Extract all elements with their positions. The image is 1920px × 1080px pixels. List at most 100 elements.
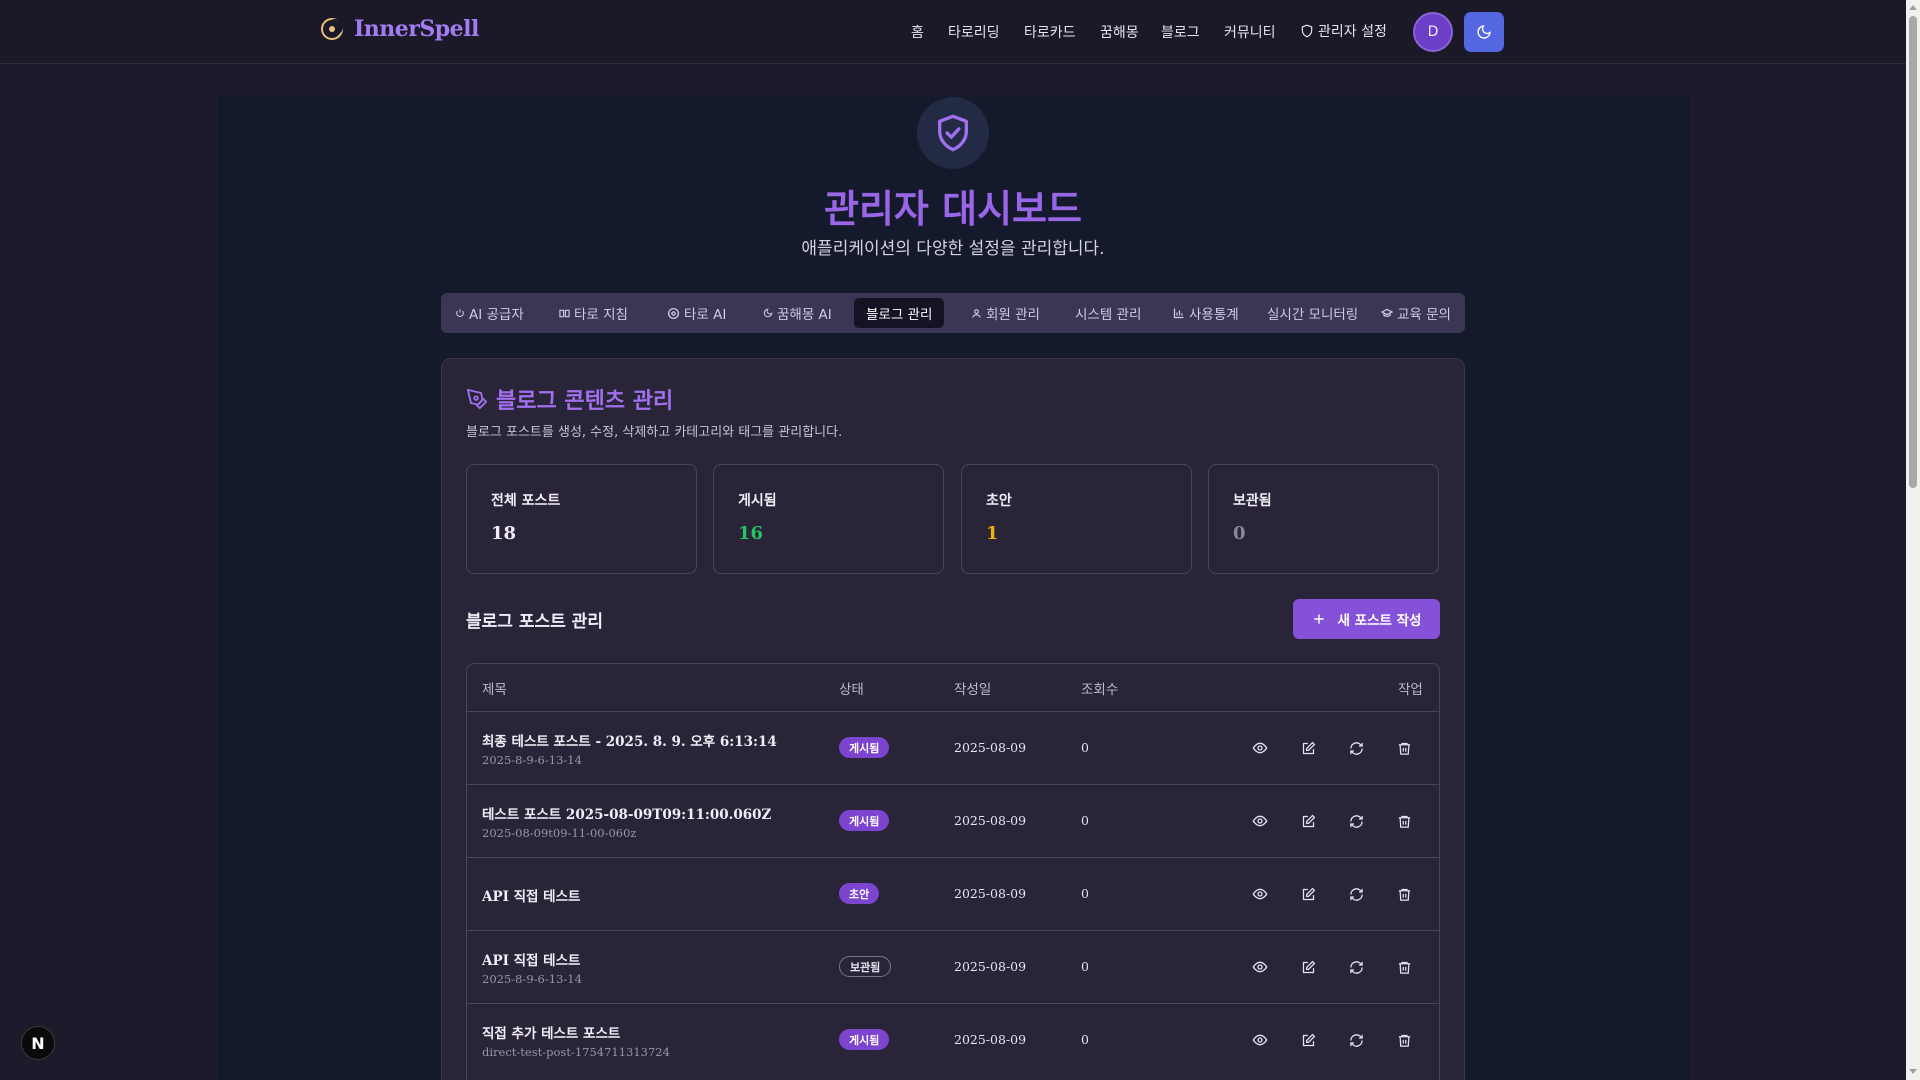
eye-icon — [1252, 742, 1268, 754]
col-header-date: 작성일 — [954, 682, 992, 698]
tab-education-inquiry[interactable]: 교육 문의 — [1377, 298, 1455, 328]
delete-button[interactable] — [1393, 1029, 1415, 1051]
post-views: 0 — [1081, 1032, 1089, 1047]
theme-toggle-button[interactable] — [1464, 12, 1504, 52]
post-views: 0 — [1081, 813, 1089, 828]
view-button[interactable] — [1249, 883, 1271, 905]
refresh-icon — [1349, 960, 1363, 974]
tab-usage-statistics[interactable]: 사용통계 — [1169, 298, 1243, 328]
scroll-up-arrow-icon[interactable] — [1909, 3, 1917, 13]
view-button[interactable] — [1249, 810, 1271, 832]
trash-icon — [1398, 815, 1410, 828]
delete-button[interactable] — [1393, 810, 1415, 832]
nav-tarot-reading[interactable]: 타로리딩 — [948, 22, 1000, 42]
refresh-button[interactable] — [1345, 883, 1367, 905]
dev-tools-badge[interactable]: N — [21, 1026, 55, 1060]
tab-label: 실시간 모니터링 — [1267, 307, 1359, 323]
eye-icon — [1252, 1034, 1268, 1046]
edit-icon — [1302, 741, 1315, 754]
edit-button[interactable] — [1297, 737, 1319, 759]
view-button[interactable] — [1249, 956, 1271, 978]
nav-admin-settings[interactable]: 관리자 설정 — [1300, 21, 1387, 41]
users-icon — [972, 308, 981, 318]
tab-ai-provider[interactable]: AI 공급자 — [451, 298, 528, 328]
status-badge: 보관됨 — [839, 956, 892, 977]
nav-tarot-cards[interactable]: 타로카드 — [1024, 22, 1076, 42]
post-slug: 2025-8-9-6-13-14 — [482, 972, 582, 986]
edit-button[interactable] — [1297, 883, 1319, 905]
delete-button[interactable] — [1393, 956, 1415, 978]
stat-label: 게시됨 — [738, 493, 777, 509]
moon-icon — [763, 308, 773, 318]
post-title[interactable]: 최종 테스트 포스트 - 2025. 8. 9. 오후 6:13:14 — [482, 730, 777, 750]
nav-dream-interpretation[interactable]: 꿈해몽 — [1100, 22, 1139, 42]
card-title: 블로그 콘텐츠 관리 — [496, 389, 674, 414]
stat-card-draft: 초안 1 — [961, 464, 1192, 574]
page-subtitle: 애플리케이션의 다양한 설정을 관리합니다. — [801, 239, 1105, 259]
user-avatar-button[interactable]: D — [1413, 12, 1453, 52]
new-post-button[interactable]: 새 포스트 작성 — [1293, 599, 1440, 639]
tab-label: 타로 AI — [684, 307, 727, 323]
delete-button[interactable] — [1393, 883, 1415, 905]
post-date: 2025-08-09 — [954, 959, 1027, 974]
col-header-title: 제목 — [482, 682, 507, 698]
edit-button[interactable] — [1297, 956, 1319, 978]
eye-moon-icon — [321, 18, 343, 40]
tab-tarot-guidelines[interactable]: 타로 지침 — [555, 298, 632, 328]
view-button[interactable] — [1249, 737, 1271, 759]
page-title: 관리자 대시보드 — [824, 187, 1082, 231]
page-scrollbar-thumb[interactable] — [1909, 16, 1917, 488]
delete-button[interactable] — [1393, 737, 1415, 759]
stat-label: 보관됨 — [1233, 493, 1272, 509]
trash-icon — [1398, 961, 1410, 974]
tab-label: 회원 관리 — [986, 307, 1040, 323]
stat-label: 초안 — [986, 493, 1012, 509]
edit-button[interactable] — [1297, 810, 1319, 832]
status-badge: 게시됨 — [839, 737, 890, 758]
post-title[interactable]: API 직접 테스트 — [482, 885, 580, 905]
eye-icon — [1252, 815, 1268, 827]
post-views: 0 — [1081, 959, 1089, 974]
nav-community[interactable]: 커뮤니티 — [1224, 22, 1276, 42]
graduation-cap-icon — [1381, 308, 1393, 317]
status-badge: 게시됨 — [839, 810, 890, 831]
nav-blog[interactable]: 블로그 — [1161, 22, 1200, 42]
tab-realtime-monitoring[interactable]: 실시간 모니터링 — [1263, 298, 1362, 328]
tab-dream-ai[interactable]: 꿈해몽 AI — [759, 298, 836, 328]
tab-label: 타로 지침 — [574, 307, 628, 323]
status-badge: 초안 — [839, 883, 880, 904]
edit-button[interactable] — [1297, 1029, 1319, 1051]
refresh-button[interactable] — [1345, 1029, 1367, 1051]
tab-label: 시스템 관리 — [1075, 307, 1142, 323]
tab-tarot-ai[interactable]: 타로 AI — [663, 298, 730, 328]
status-badge: 게시됨 — [839, 1029, 890, 1050]
post-date: 2025-08-09 — [954, 886, 1027, 901]
refresh-button[interactable] — [1345, 810, 1367, 832]
refresh-button[interactable] — [1345, 737, 1367, 759]
avatar-initial: D — [1427, 24, 1439, 40]
refresh-icon — [1349, 814, 1363, 828]
eye-icon — [1252, 888, 1268, 900]
power-icon — [456, 309, 464, 317]
post-title[interactable]: API 직접 테스트 — [482, 949, 580, 969]
tab-label: 사용통계 — [1189, 307, 1239, 323]
tab-system-management[interactable]: 시스템 관리 — [1071, 298, 1145, 328]
bar-chart-icon — [1173, 308, 1184, 319]
view-button[interactable] — [1249, 1029, 1271, 1051]
brand-logo-link[interactable]: InnerSpell — [320, 16, 479, 42]
refresh-button[interactable] — [1345, 956, 1367, 978]
post-title[interactable]: 직접 추가 테스트 포스트 — [482, 1022, 620, 1042]
card-header: 블로그 콘텐츠 관리 — [466, 383, 673, 415]
stat-value: 16 — [738, 523, 764, 544]
post-date: 2025-08-09 — [954, 1032, 1027, 1047]
post-title[interactable]: 테스트 포스트 2025-08-09T09:11:00.060Z — [482, 803, 771, 823]
tab-blog-management[interactable]: 블로그 관리 — [854, 298, 945, 328]
tab-label: 꿈해몽 AI — [777, 307, 832, 323]
tab-member-management[interactable]: 회원 관리 — [967, 298, 1044, 328]
post-date: 2025-08-09 — [954, 813, 1027, 828]
post-views: 0 — [1081, 886, 1089, 901]
nav-home[interactable]: 홈 — [911, 22, 924, 42]
book-icon — [559, 309, 570, 317]
stat-card-archived: 보관됨 0 — [1208, 464, 1439, 574]
scroll-down-arrow-icon[interactable] — [1909, 1066, 1917, 1076]
